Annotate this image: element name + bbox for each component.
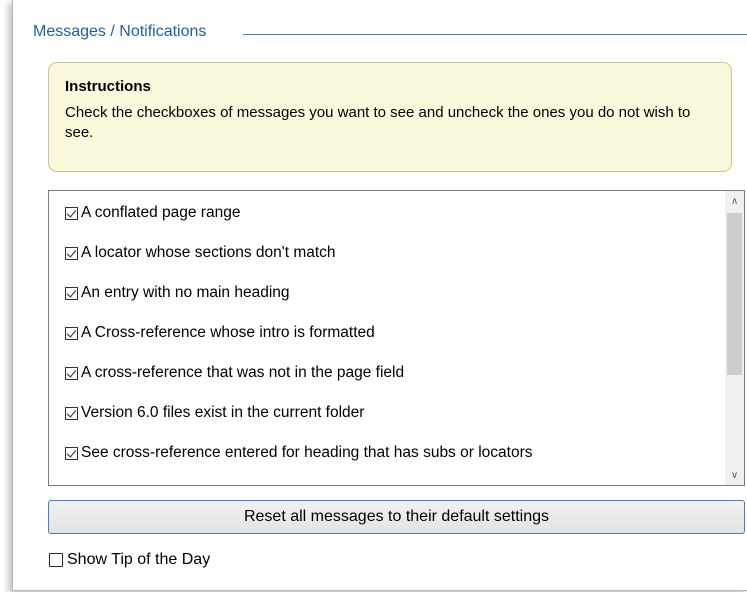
messages-list-items: A conflated page range A locator whose se… bbox=[49, 191, 724, 485]
scroll-down-icon[interactable]: ∨ bbox=[725, 465, 744, 485]
message-item[interactable]: A Roman Numeral needed to be modifed to … bbox=[65, 482, 530, 485]
message-checkbox[interactable] bbox=[65, 286, 78, 300]
message-label[interactable]: A Cross-reference whose intro is formatt… bbox=[81, 324, 375, 342]
message-checkbox[interactable] bbox=[65, 366, 78, 380]
messages-list[interactable]: A conflated page range A locator whose se… bbox=[48, 190, 745, 486]
group-divider bbox=[243, 34, 747, 35]
message-item[interactable]: Version 6.0 files exist in the current f… bbox=[65, 402, 364, 424]
message-label[interactable]: A locator whose sections don't match bbox=[81, 244, 336, 262]
message-item[interactable]: An entry with no main heading bbox=[65, 282, 290, 304]
message-item[interactable]: A conflated page range bbox=[65, 202, 240, 224]
message-label[interactable]: A conflated page range bbox=[81, 204, 240, 222]
message-checkbox[interactable] bbox=[65, 326, 78, 340]
scroll-thumb[interactable] bbox=[727, 213, 742, 375]
message-checkbox[interactable] bbox=[65, 206, 78, 220]
instructions-title: Instructions bbox=[65, 78, 151, 95]
message-checkbox[interactable] bbox=[65, 246, 78, 260]
message-item[interactable]: A Cross-reference whose intro is formatt… bbox=[65, 322, 375, 344]
vertical-scrollbar[interactable]: ∧ ∨ bbox=[725, 191, 744, 485]
message-label[interactable]: A cross-reference that was not in the pa… bbox=[81, 364, 404, 382]
group-title: Messages / Notifications bbox=[33, 23, 211, 41]
instructions-box: Instructions Check the checkboxes of mes… bbox=[48, 62, 732, 172]
message-label[interactable]: Version 6.0 files exist in the current f… bbox=[81, 404, 364, 422]
tip-of-day-label[interactable]: Show Tip of the Day bbox=[67, 551, 210, 569]
scroll-up-icon[interactable]: ∧ bbox=[725, 191, 744, 211]
reset-messages-button[interactable]: Reset all messages to their default sett… bbox=[48, 500, 745, 534]
message-label[interactable]: An entry with no main heading bbox=[81, 284, 290, 302]
message-item[interactable]: See cross-reference entered for heading … bbox=[65, 442, 532, 464]
message-item[interactable]: A locator whose sections don't match bbox=[65, 242, 336, 264]
message-checkbox[interactable] bbox=[65, 446, 78, 460]
message-item[interactable]: A cross-reference that was not in the pa… bbox=[65, 362, 404, 384]
message-label[interactable]: See cross-reference entered for heading … bbox=[81, 444, 532, 462]
instructions-text: Check the checkboxes of messages you wan… bbox=[65, 104, 691, 141]
settings-panel: Messages / Notifications Instructions Ch… bbox=[12, 0, 747, 591]
tip-of-day-checkbox[interactable] bbox=[49, 553, 63, 567]
tip-of-day-row[interactable]: Show Tip of the Day bbox=[49, 549, 210, 571]
message-checkbox[interactable] bbox=[65, 406, 78, 420]
message-label[interactable]: A Roman Numeral needed to be modifed to … bbox=[81, 484, 530, 485]
